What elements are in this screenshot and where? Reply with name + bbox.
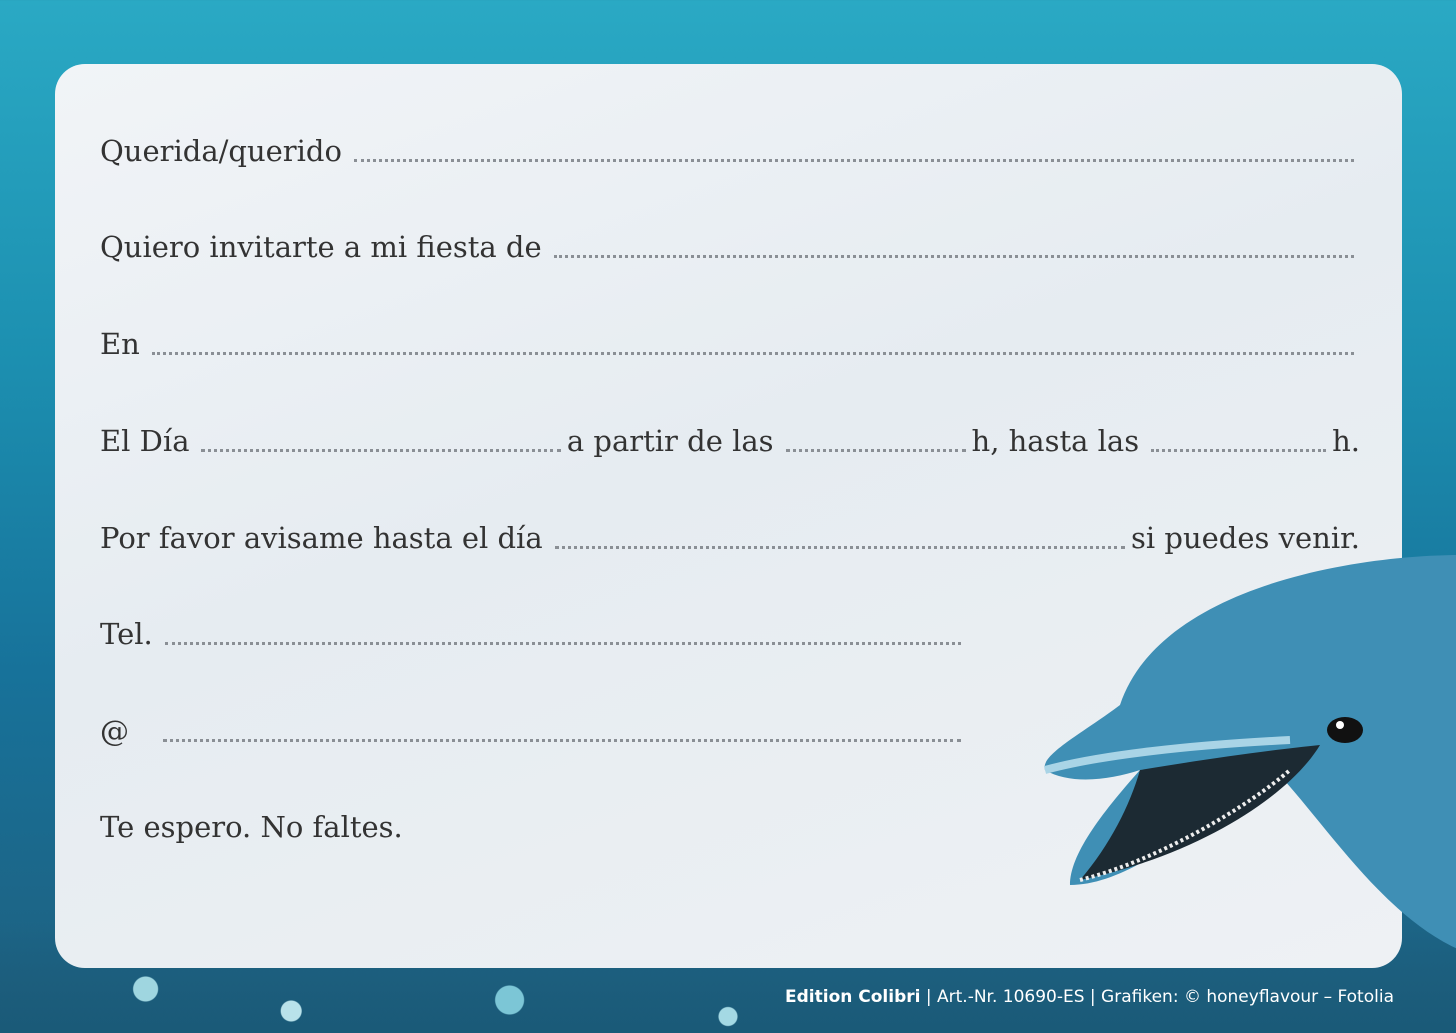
footer-brand: Edition Colibri <box>785 987 921 1007</box>
row-invite: Quiero invitarte a mi fiesta de <box>100 230 1360 264</box>
row-day: El Día a partir de las h, hasta las h. <box>100 424 1360 458</box>
label-email: @ <box>100 714 129 748</box>
field-place[interactable] <box>151 351 1354 355</box>
field-party[interactable] <box>553 254 1354 258</box>
field-email[interactable] <box>163 738 961 742</box>
field-rsvp[interactable] <box>554 545 1125 549</box>
label-rsvp: Por favor avisame hasta el día <box>100 521 543 555</box>
label-until: h, hasta las <box>971 424 1140 458</box>
label-from: a partir de las <box>566 424 774 458</box>
label-h: h. <box>1332 424 1360 458</box>
row-email: @ <box>100 714 967 748</box>
row-place: En <box>100 327 1360 361</box>
label-rsvp-end: si puedes venir. <box>1131 521 1360 555</box>
label-tel: Tel. <box>100 617 153 651</box>
field-tel[interactable] <box>164 641 961 645</box>
dolphin-illustration <box>1043 555 1456 949</box>
field-name[interactable] <box>353 158 1354 162</box>
row-tel: Tel. <box>100 617 967 651</box>
row-rsvp: Por favor avisame hasta el día si puedes… <box>100 521 1360 555</box>
row-dear: Querida/querido <box>100 134 1360 168</box>
footer-credits: Edition Colibri | Art.-Nr. 10690-ES | Gr… <box>785 987 1394 1007</box>
field-until[interactable] <box>1151 448 1327 452</box>
field-from[interactable] <box>785 448 966 452</box>
footer-rest: | Art.-Nr. 10690-ES | Grafiken: © honeyf… <box>920 987 1394 1007</box>
label-closing: Te espero. No faltes. <box>100 810 403 844</box>
label-invite: Quiero invitarte a mi fiesta de <box>100 230 542 264</box>
field-day[interactable] <box>201 448 561 452</box>
label-dear: Querida/querido <box>100 134 342 168</box>
label-day: El Día <box>100 424 190 458</box>
label-place: En <box>100 327 140 361</box>
